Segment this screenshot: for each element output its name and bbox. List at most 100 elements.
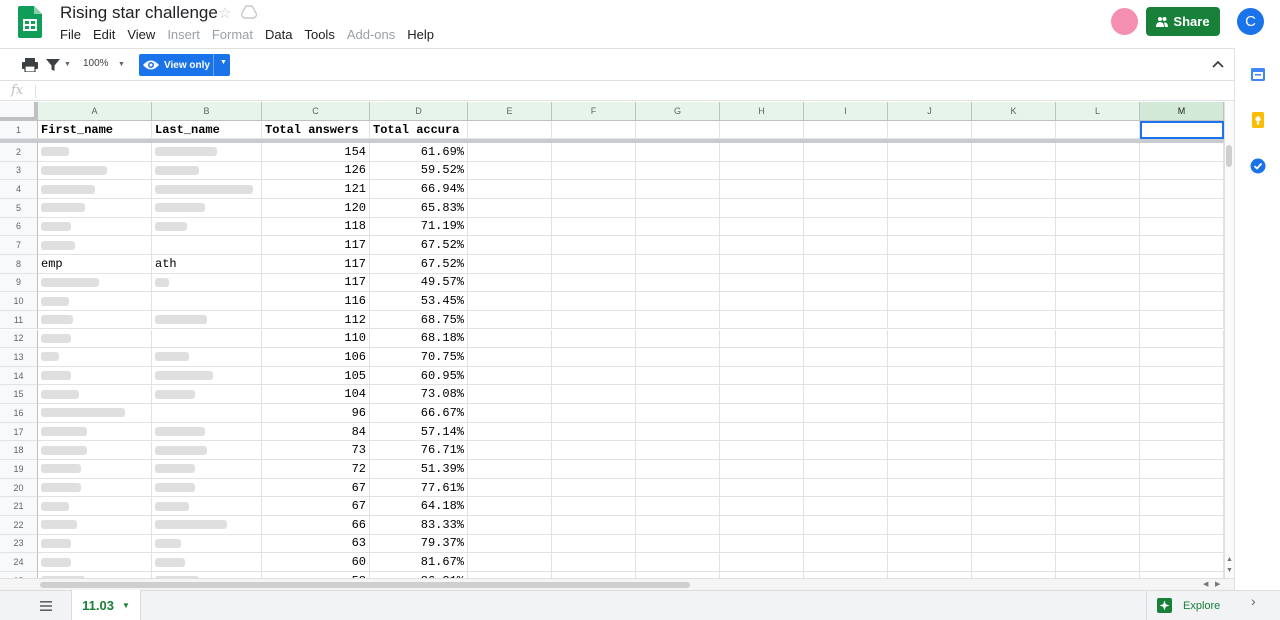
last-name-cell[interactable] [152, 404, 262, 423]
empty-cell[interactable] [1056, 161, 1140, 181]
empty-cell[interactable] [1056, 478, 1140, 498]
empty-cell[interactable] [552, 329, 636, 349]
total-accuracy-cell[interactable]: 67.52% [370, 254, 468, 274]
empty-cell[interactable] [636, 460, 720, 479]
row-header[interactable]: 13 [0, 348, 38, 367]
last-name-cell[interactable] [152, 292, 262, 311]
empty-cell[interactable] [720, 310, 804, 330]
empty-cell[interactable] [804, 516, 888, 535]
column-header-g[interactable]: G [636, 102, 720, 121]
zoom-caret-icon[interactable]: ▼ [118, 61, 125, 68]
empty-cell[interactable] [972, 534, 1056, 554]
keep-icon[interactable] [1250, 112, 1266, 128]
empty-cell[interactable] [1140, 441, 1224, 461]
empty-cell[interactable] [888, 553, 972, 572]
total-answers-cell[interactable]: 117 [262, 254, 370, 274]
total-accuracy-cell[interactable]: 77.61% [370, 478, 468, 498]
empty-cell[interactable] [1056, 236, 1140, 255]
total-answers-cell[interactable]: 84 [262, 422, 370, 442]
total-answers-cell[interactable]: 104 [262, 385, 370, 405]
last-name-cell[interactable] [152, 422, 262, 442]
first-name-cell[interactable] [38, 553, 152, 572]
empty-cell[interactable] [468, 143, 552, 162]
total-answers-cell[interactable]: 120 [262, 198, 370, 218]
empty-cell[interactable] [804, 121, 888, 139]
empty-cell[interactable] [636, 348, 720, 367]
empty-cell[interactable] [1056, 516, 1140, 535]
empty-cell[interactable] [720, 198, 804, 218]
empty-cell[interactable] [636, 404, 720, 423]
total-answers-cell[interactable]: 110 [262, 329, 370, 349]
first-name-cell[interactable] [38, 534, 152, 554]
empty-cell[interactable] [804, 366, 888, 386]
last-name-cell[interactable] [152, 553, 262, 572]
empty-cell[interactable] [720, 273, 804, 293]
empty-cell[interactable] [720, 180, 804, 199]
column-header-c[interactable]: C [262, 102, 370, 121]
menu-help[interactable]: Help [401, 26, 440, 44]
empty-cell[interactable] [720, 441, 804, 461]
menu-format[interactable]: Format [206, 26, 259, 44]
empty-cell[interactable] [1140, 497, 1224, 516]
empty-cell[interactable] [972, 348, 1056, 367]
last-name-cell[interactable] [152, 348, 262, 367]
empty-cell[interactable] [1140, 348, 1224, 367]
empty-cell[interactable] [1056, 329, 1140, 349]
view-only-caret-icon[interactable]: ▼ [220, 59, 227, 66]
empty-cell[interactable] [552, 292, 636, 311]
empty-cell[interactable] [636, 161, 720, 181]
empty-cell[interactable] [720, 404, 804, 423]
empty-cell[interactable] [720, 121, 804, 139]
star-icon[interactable]: ☆ [218, 4, 231, 22]
empty-cell[interactable] [720, 348, 804, 367]
empty-cell[interactable] [636, 236, 720, 255]
empty-cell[interactable] [636, 385, 720, 405]
total-answers-cell[interactable]: 117 [262, 236, 370, 255]
total-accuracy-cell[interactable]: 73.08% [370, 385, 468, 405]
empty-cell[interactable] [720, 534, 804, 554]
empty-cell[interactable] [888, 329, 972, 349]
empty-cell[interactable] [636, 217, 720, 237]
menu-add-ons[interactable]: Add-ons [341, 26, 401, 44]
last-name-cell[interactable] [152, 460, 262, 479]
column-header-m[interactable]: M [1140, 102, 1224, 121]
empty-cell[interactable] [972, 404, 1056, 423]
empty-cell[interactable] [1056, 310, 1140, 330]
first-name-cell[interactable] [38, 217, 152, 237]
row-header[interactable]: 23 [0, 534, 38, 554]
empty-cell[interactable] [972, 329, 1056, 349]
share-button[interactable]: Share [1146, 7, 1220, 36]
row-header[interactable]: 10 [0, 292, 38, 311]
row-header[interactable]: 9 [0, 273, 38, 293]
formula-input[interactable] [44, 85, 1224, 99]
first-name-cell[interactable] [38, 143, 152, 162]
last-name-cell[interactable] [152, 497, 262, 516]
empty-cell[interactable] [468, 236, 552, 255]
menu-view[interactable]: View [121, 26, 161, 44]
empty-cell[interactable] [720, 422, 804, 442]
empty-cell[interactable] [720, 329, 804, 349]
row-header[interactable]: 11 [0, 310, 38, 330]
empty-cell[interactable] [888, 385, 972, 405]
menu-data[interactable]: Data [259, 26, 298, 44]
empty-cell[interactable] [1140, 329, 1224, 349]
empty-cell[interactable] [972, 198, 1056, 218]
total-answers-cell[interactable]: 60 [262, 553, 370, 572]
header-cell[interactable]: Total answers [262, 121, 370, 139]
empty-cell[interactable] [888, 516, 972, 535]
empty-cell[interactable] [888, 180, 972, 199]
column-header-i[interactable]: I [804, 102, 888, 121]
first-name-cell[interactable] [38, 348, 152, 367]
empty-cell[interactable] [1140, 161, 1224, 181]
first-name-cell[interactable] [38, 441, 152, 461]
menu-tools[interactable]: Tools [298, 26, 340, 44]
empty-cell[interactable] [468, 310, 552, 330]
empty-cell[interactable] [972, 121, 1056, 139]
first-name-cell[interactable] [38, 497, 152, 516]
empty-cell[interactable] [468, 441, 552, 461]
total-accuracy-cell[interactable]: 66.94% [370, 180, 468, 199]
last-name-cell[interactable]: ath [152, 254, 262, 274]
sheets-logo-icon[interactable] [18, 6, 42, 38]
column-header-d[interactable]: D [370, 102, 468, 121]
empty-cell[interactable] [468, 404, 552, 423]
